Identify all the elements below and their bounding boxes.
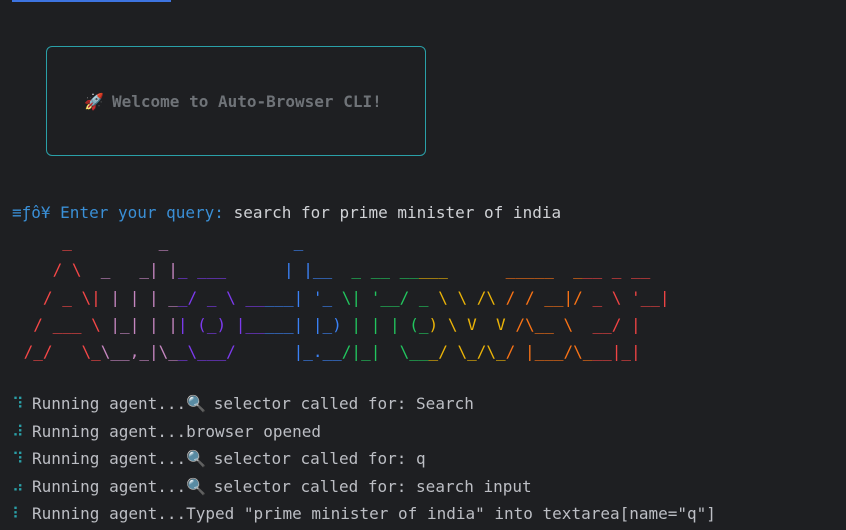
log-status: Running agent... — [32, 449, 187, 468]
spinner-icon: ⠴ — [12, 477, 24, 496]
log-line: ⠇ Running agent...Typed "prime minister o… — [12, 504, 716, 524]
spinner-icon: ⠇ — [12, 504, 24, 523]
log-line: ⠹ Running agent...🔍 selector called for: … — [12, 394, 474, 414]
log-message: selector called for: Search — [204, 394, 474, 413]
ascii-banner-line: / _ \| | | | __/ _ \ _____| '_ \| '__/ _… — [42, 288, 670, 307]
log-status: Running agent... — [32, 394, 187, 413]
terminal-window[interactable]: 🚀 Welcome to Auto-Browser CLI! ≡ƒô¥ Enter… — [0, 0, 846, 530]
log-line: ⠹ Running agent...🔍 selector called for: … — [12, 449, 426, 469]
query-line: ≡ƒô¥ Enter your query: search for prime … — [12, 203, 561, 223]
log-line: ⠴ Running agent...🔍 selector called for: … — [12, 477, 532, 497]
log-status: Running agent... — [32, 477, 187, 496]
search-icon: 🔍 — [186, 477, 207, 496]
spinner-icon: ⠹ — [12, 394, 24, 413]
search-icon: 🔍 — [186, 449, 207, 468]
rocket-icon: 🚀 — [84, 92, 104, 111]
ascii-banner-line: _ _ _ — [62, 232, 304, 251]
spinner-icon: ⠹ — [12, 449, 24, 468]
spinner-icon: ⠼ — [12, 422, 24, 441]
ascii-banner-line: / ___ \ |_| | || (_) |_____| |_) | | | (… — [33, 315, 641, 334]
query-prefix: ≡ƒô¥ — [12, 203, 51, 222]
query-value: search for prime minister of india — [233, 203, 562, 222]
welcome-text: Welcome to Auto-Browser CLI! — [112, 92, 382, 111]
log-status: Running agent... — [32, 504, 187, 523]
link-underline — [12, 0, 171, 2]
ascii-banner-line: / \ _ _| |_ ___ | |__ _ __ _____ _____ _… — [52, 260, 651, 279]
query-prompt: Enter your query: — [60, 203, 224, 222]
log-message: selector called for: q — [204, 449, 426, 468]
log-message: browser opened — [186, 422, 321, 441]
log-message: Typed "prime minister of india" into tex… — [186, 504, 716, 523]
log-status: Running agent... — [32, 422, 187, 441]
log-message: selector called for: search input — [204, 477, 532, 496]
ascii-banner-line: /_/ \_\__,_|\__\___/ |_.__/|_| \___/ \_/… — [23, 342, 641, 361]
search-icon: 🔍 — [186, 394, 207, 413]
welcome-message: 🚀 Welcome to Auto-Browser CLI! — [84, 92, 382, 111]
log-line: ⠼ Running agent...browser opened — [12, 422, 321, 442]
